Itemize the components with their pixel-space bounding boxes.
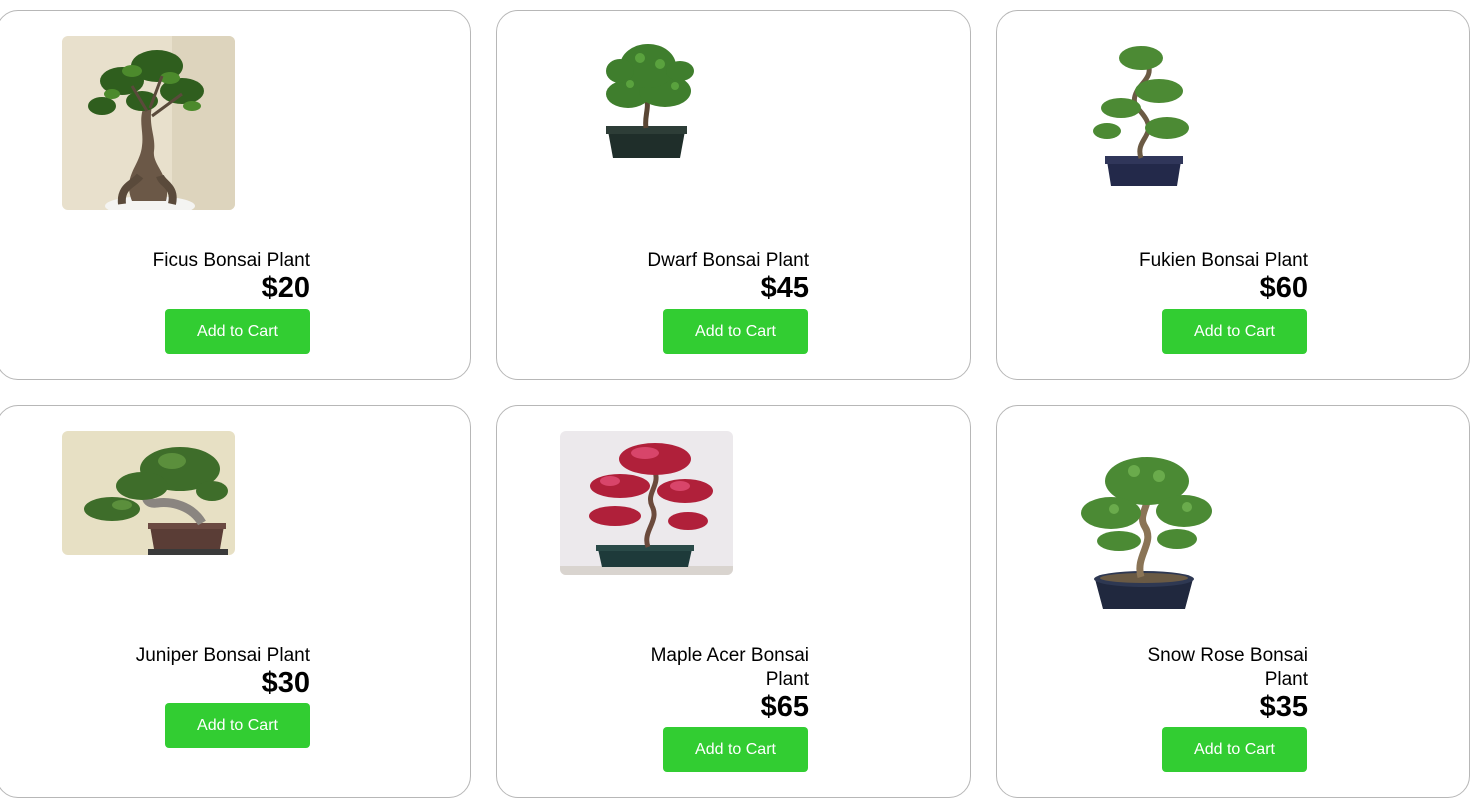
product-name: Maple Acer Bonsai Plant — [650, 645, 809, 690]
add-to-cart-button[interactable]: Add to Cart — [165, 703, 310, 748]
product-card: Fukien Bonsai Plant $60 Add to Cart — [996, 10, 1470, 380]
product-card: Snow Rose Bonsai Plant $35 Add to Cart — [996, 405, 1470, 798]
add-to-cart-button[interactable]: Add to Cart — [1162, 727, 1307, 772]
snow-rose-bonsai-image — [1059, 431, 1232, 615]
product-info: Juniper Bonsai Plant $30 — [130, 644, 310, 698]
product-name: Fukien Bonsai Plant — [1139, 250, 1308, 271]
product-price: $35 — [1259, 691, 1308, 723]
add-to-cart-button[interactable]: Add to Cart — [663, 309, 808, 354]
add-to-cart-button[interactable]: Add to Cart — [165, 309, 310, 354]
product-price: $65 — [760, 691, 809, 723]
product-info: Snow Rose Bonsai Plant $35 — [1128, 644, 1308, 722]
maple-acer-bonsai-image — [560, 431, 733, 575]
add-to-cart-button[interactable]: Add to Cart — [663, 727, 808, 772]
dwarf-bonsai-image — [560, 36, 733, 210]
product-name: Ficus Bonsai Plant — [152, 250, 310, 271]
product-price: $30 — [261, 667, 310, 699]
product-card: Dwarf Bonsai Plant $45 Add to Cart — [496, 10, 971, 380]
fukien-bonsai-image — [1059, 36, 1232, 210]
juniper-bonsai-image — [62, 431, 235, 555]
product-card: Ficus Bonsai Plant $20 Add to Cart — [0, 10, 471, 380]
product-info: Dwarf Bonsai Plant $45 — [629, 249, 809, 303]
product-price: $45 — [760, 272, 809, 304]
product-info: Maple Acer Bonsai Plant $65 — [629, 644, 809, 722]
product-grid: Ficus Bonsai Plant $20 Add to Cart Dwarf… — [0, 0, 1477, 807]
product-name: Snow Rose Bonsai Plant — [1147, 645, 1308, 690]
add-to-cart-button[interactable]: Add to Cart — [1162, 309, 1307, 354]
product-card: Maple Acer Bonsai Plant $65 Add to Cart — [496, 405, 971, 798]
product-info: Fukien Bonsai Plant $60 — [1128, 249, 1308, 303]
ficus-bonsai-image — [62, 36, 235, 210]
product-name: Dwarf Bonsai Plant — [647, 250, 809, 271]
product-price: $60 — [1259, 272, 1308, 304]
product-name: Juniper Bonsai Plant — [135, 645, 310, 666]
product-info: Ficus Bonsai Plant $20 — [130, 249, 310, 303]
product-card: Juniper Bonsai Plant $30 Add to Cart — [0, 405, 471, 798]
product-price: $20 — [261, 272, 310, 304]
